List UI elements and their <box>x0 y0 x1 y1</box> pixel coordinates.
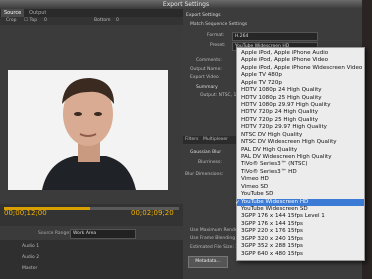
window-title: Export Settings <box>162 1 210 8</box>
preset-option[interactable]: NTSC DV High Quality <box>237 132 364 139</box>
checkmark-icon: ✓ <box>235 198 241 206</box>
tab-filters[interactable]: Filters <box>185 136 199 144</box>
video-preview <box>8 70 168 190</box>
preset-option[interactable]: Vimeo HD <box>237 176 364 183</box>
window-title-bar: Export Settings <box>0 0 372 9</box>
preset-option[interactable]: NTSC DV Widescreen High Quality <box>237 139 364 146</box>
metadata-button[interactable]: Metadata... <box>188 256 228 268</box>
format-label: Format: <box>207 33 225 38</box>
crop-top-label: ☐ Top <box>24 18 38 23</box>
preset-option[interactable]: TiVo® Series3™ (NTSC) <box>237 161 364 168</box>
crop-top-value[interactable]: 0 <box>44 17 47 25</box>
summary-output: Output: NTSC, 1 <box>200 93 237 98</box>
preset-option[interactable]: HDTV 720p 29.97 High Quality <box>237 124 364 131</box>
preset-option[interactable]: Apple TV 480p <box>237 72 364 79</box>
preset-option[interactable]: 3GPP 640 x 480 15fps <box>237 251 364 258</box>
export-settings-header: Export Settings <box>186 13 221 18</box>
export-video-checkbox[interactable]: Export Video <box>190 75 219 80</box>
output-name-label: Output Name: <box>190 67 222 72</box>
preset-option[interactable]: Apple iPod, Apple iPhone Video <box>237 57 364 64</box>
preset-option[interactable]: ✓ YouTube Widescreen HD <box>235 198 364 206</box>
preset-option[interactable]: TiVo® Series3™ HD <box>237 169 364 176</box>
crop-bottom-value[interactable]: 0 <box>116 17 119 25</box>
match-sequence-checkbox[interactable]: Match Sequence Settings <box>190 22 247 27</box>
tab-source[interactable]: Source <box>1 9 25 17</box>
source-output-tabs: Source Output <box>0 9 183 17</box>
tab-multiplexer[interactable]: Multiplexer <box>203 136 228 144</box>
preset-option[interactable]: HDTV 1080p 24 High Quality <box>237 87 364 94</box>
preset-option[interactable]: 3GPP 176 x 144 15fps <box>237 221 364 228</box>
preset-option[interactable]: 3GPP 176 x 144 15fps Level 1 <box>237 213 364 220</box>
source-range-select[interactable]: Work Area <box>70 229 136 239</box>
blur-dimensions-label: Blur Dimensions: <box>185 172 224 177</box>
preset-option[interactable]: PAL DV High Quality <box>237 147 364 154</box>
use-max-render-checkbox[interactable]: Use Maximum Render <box>190 228 239 233</box>
crop-toolbar: Crop ☐ Top 0 Bottom 0 <box>0 17 183 25</box>
crop-bottom-label: Bottom <box>94 18 111 23</box>
preset-option[interactable]: Apple TV 720p <box>237 80 364 87</box>
preset-option[interactable]: Apple iPod, Apple iPhone Audio <box>237 50 364 57</box>
audio-tracks: Audio 1 Audio 2 Master <box>0 240 183 279</box>
track-audio-2[interactable]: Audio 2 <box>22 255 39 260</box>
timecode-current[interactable]: 00;00;12;00 <box>4 209 47 217</box>
preset-dropdown-menu[interactable]: Apple iPod, Apple iPhone Audio Apple iPod… <box>235 47 365 261</box>
source-range-label: Source Range: <box>38 231 71 236</box>
gaussian-blur-checkbox[interactable]: Gaussian Blur <box>190 150 221 155</box>
use-frame-blending-checkbox[interactable]: Use Frame Blending <box>190 236 235 241</box>
preset-option[interactable]: 3GPP 320 x 240 15fps <box>237 236 364 243</box>
preset-option[interactable]: HDTV 720p 24 High Quality <box>237 109 364 116</box>
blurriness-label: Blurriness: <box>198 160 222 165</box>
estimated-file-size: Estimated File Size: 35 <box>190 245 242 250</box>
preset-option[interactable]: HDTV 1080p 25 High Quality <box>237 95 364 102</box>
format-select[interactable]: H.264 <box>232 32 318 41</box>
track-audio-1[interactable]: Audio 1 <box>22 244 39 249</box>
preset-option[interactable]: Vimeo SD <box>237 184 364 191</box>
preset-option[interactable]: 3GPP 220 x 176 15fps <box>237 228 364 235</box>
preset-label: Preset: <box>210 43 226 48</box>
track-master[interactable]: Master <box>22 266 37 271</box>
preset-option[interactable]: HDTV 1080p 29.97 High Quality <box>237 102 364 109</box>
presenter-image <box>8 70 168 190</box>
crop-tool-label[interactable]: Crop <box>6 17 17 25</box>
summary-header: Summary <box>196 85 218 90</box>
preset-option[interactable]: HDTV 720p 25 High Quality <box>237 117 364 124</box>
preset-option[interactable]: YouTube Widescreen SD <box>237 206 364 213</box>
preset-option[interactable]: Apple iPod, Apple iPhone Widescreen Vide… <box>237 65 364 72</box>
tab-output[interactable]: Output <box>26 9 49 17</box>
preset-option[interactable]: YouTube SD <box>237 191 364 198</box>
comments-label: Comments: <box>196 58 222 63</box>
preset-option[interactable]: 3GPP 352 x 288 15fps <box>237 243 364 250</box>
timecode-duration: 00;02;09;20 <box>131 209 174 217</box>
